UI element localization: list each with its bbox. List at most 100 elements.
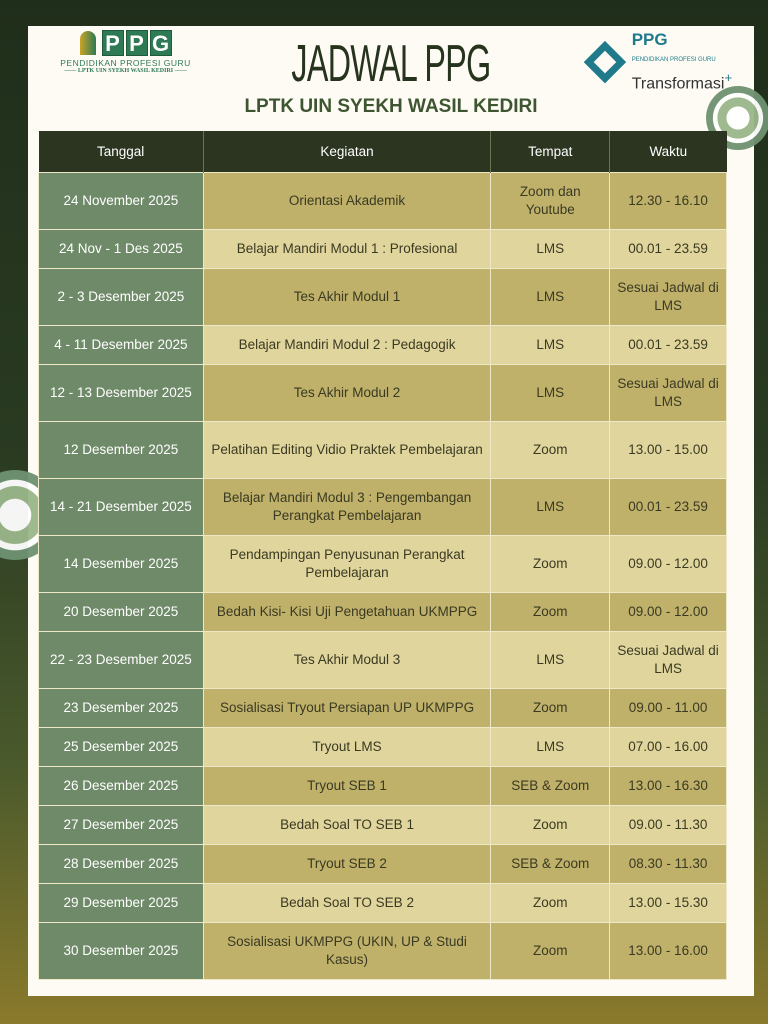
cell-waktu: 07.00 - 16.00 xyxy=(609,726,727,767)
cell-kegiatan: Belajar Mandiri Modul 2 : Pedagogik xyxy=(202,324,492,365)
cell-tempat: SEB & Zoom xyxy=(490,843,611,884)
cell-tempat: LMS xyxy=(490,477,611,536)
cell-tanggal: 12 - 13 Desember 2025 xyxy=(38,363,204,422)
cell-tempat: Zoom xyxy=(490,882,611,923)
table-row: 12 Desember 2025 Pelatihan Editing Vidio … xyxy=(38,420,727,479)
cell-waktu: Sesuai Jadwal di LMS xyxy=(609,630,727,689)
cell-kegiatan: Tryout LMS xyxy=(202,726,492,767)
cell-tempat: Zoom xyxy=(490,534,611,593)
cell-waktu: 13.00 - 16.30 xyxy=(609,765,727,806)
cell-waktu: 12.30 - 16.10 xyxy=(609,171,727,230)
cell-tanggal: 29 Desember 2025 xyxy=(38,882,204,923)
table-row: 24 Nov - 1 Des 2025 Belajar Mandiri Modul… xyxy=(38,228,727,269)
cell-kegiatan: Bedah Kisi- Kisi Uji Pengetahuan UKMPPG xyxy=(202,591,492,632)
cell-kegiatan: Belajar Mandiri Modul 3 : Pengembangan P… xyxy=(202,477,492,536)
table-row: 14 - 21 Desember 2025 Belajar Mandiri Mod… xyxy=(38,477,727,536)
tower-icon xyxy=(79,31,96,55)
table-row: 24 November 2025 Orientasi Akademik Zoom d… xyxy=(38,171,727,230)
logo-letter: P xyxy=(101,30,124,56)
cell-kegiatan: Pelatihan Editing Vidio Praktek Pembelaj… xyxy=(202,420,492,479)
cell-waktu: 09.00 - 11.00 xyxy=(609,687,727,728)
cell-waktu: 13.00 - 15.30 xyxy=(609,882,727,923)
cell-tempat: Zoom xyxy=(490,591,611,632)
cell-tempat: LMS xyxy=(490,324,611,365)
column-header-kegiatan: Kegiatan xyxy=(203,131,492,172)
cell-waktu: 09.00 - 11.30 xyxy=(609,804,727,845)
page-title: JADWAL PPG xyxy=(291,35,491,93)
cell-kegiatan: Sosialisasi Tryout Persiapan UP UKMPPG xyxy=(202,687,492,728)
column-header-waktu: Waktu xyxy=(609,131,727,172)
table-row: 30 Desember 2025 Sosialisasi UKMPPG (UKIN… xyxy=(38,921,727,980)
cell-tanggal: 23 Desember 2025 xyxy=(38,687,204,728)
cell-tanggal: 2 - 3 Desember 2025 xyxy=(38,267,204,326)
cell-tempat: SEB & Zoom xyxy=(490,765,611,806)
cell-tanggal: 14 Desember 2025 xyxy=(38,534,204,593)
table-header: Tanggal Kegiatan Tempat Waktu xyxy=(38,131,727,172)
cell-waktu: 00.01 - 23.59 xyxy=(609,477,727,536)
cell-waktu: 09.00 - 12.00 xyxy=(609,591,727,632)
ppg-transformasi-logo: PPG PENDIDIKAN PROFESI GURU Transformasi… xyxy=(583,30,754,93)
table-row: 26 Desember 2025 Tryout SEB 1 SEB & Zoom 13… xyxy=(38,765,727,806)
table-row: 14 Desember 2025 Pendampingan Penyusunan … xyxy=(38,534,727,593)
cell-tempat: Zoom xyxy=(490,804,611,845)
cell-waktu: Sesuai Jadwal di LMS xyxy=(609,363,727,422)
cell-tanggal: 27 Desember 2025 xyxy=(38,804,204,845)
cell-tanggal: 12 Desember 2025 xyxy=(38,420,204,479)
column-header-tempat: Tempat xyxy=(490,131,611,172)
cell-tanggal: 25 Desember 2025 xyxy=(38,726,204,767)
cell-tempat: LMS xyxy=(490,228,611,269)
cell-kegiatan: Tryout SEB 2 xyxy=(202,843,492,884)
logo-plus: + xyxy=(724,70,733,85)
cell-kegiatan: Orientasi Akademik xyxy=(202,171,492,230)
cell-kegiatan: Bedah Soal TO SEB 2 xyxy=(202,882,492,923)
page-subtitle: LPTK UIN SYEKH WASIL KEDIRI xyxy=(244,96,538,117)
cell-kegiatan: Pendampingan Penyusunan Perangkat Pembel… xyxy=(202,534,492,593)
cell-tempat: LMS xyxy=(490,630,611,689)
cell-tempat: Zoom xyxy=(490,420,611,479)
cell-kegiatan: Bedah Soal TO SEB 1 xyxy=(202,804,492,845)
cell-tanggal: 26 Desember 2025 xyxy=(38,765,204,806)
table-row: 4 - 11 Desember 2025 Belajar Mandiri Modu… xyxy=(38,324,727,365)
cell-waktu: 13.00 - 15.00 xyxy=(609,420,727,479)
cell-waktu: 00.01 - 23.59 xyxy=(609,324,727,365)
cell-waktu: Sesuai Jadwal di LMS xyxy=(609,267,727,326)
logo-name: Transformasi xyxy=(631,75,725,93)
schedule-table: Tanggal Kegiatan Tempat Waktu 24 Novembe… xyxy=(38,131,727,980)
cell-waktu: 13.00 - 16.00 xyxy=(609,921,727,980)
logo-small: PENDIDIKAN PROFESI GURU xyxy=(631,57,716,64)
column-header-tanggal: Tanggal xyxy=(38,131,204,172)
cell-tanggal: 4 - 11 Desember 2025 xyxy=(38,324,204,365)
table-row: 29 Desember 2025 Bedah Soal TO SEB 2 Zoom 1… xyxy=(38,882,727,923)
cell-tempat: Zoom dan Youtube xyxy=(490,171,611,230)
diamond-logo-icon xyxy=(583,40,626,83)
cell-kegiatan: Belajar Mandiri Modul 1 : Profesional xyxy=(202,228,492,269)
cell-tanggal: 24 Nov - 1 Des 2025 xyxy=(38,228,204,269)
cell-kegiatan: Tryout SEB 1 xyxy=(202,765,492,806)
cell-tanggal: 24 November 2025 xyxy=(38,171,204,230)
cell-waktu: 08.30 - 11.30 xyxy=(609,843,727,884)
cell-tempat: LMS xyxy=(490,363,611,422)
cell-tanggal: 14 - 21 Desember 2025 xyxy=(38,477,204,536)
cell-kegiatan: Sosialisasi UKMPPG (UKIN, UP & Studi Kas… xyxy=(202,921,492,980)
cell-kegiatan: Tes Akhir Modul 1 xyxy=(202,267,492,326)
cell-tempat: LMS xyxy=(490,726,611,767)
cell-tanggal: 28 Desember 2025 xyxy=(38,843,204,884)
cell-tanggal: 20 Desember 2025 xyxy=(38,591,204,632)
cell-tempat: Zoom xyxy=(490,921,611,980)
table-row: 22 - 23 Desember 2025 Tes Akhir Modul 3 LM… xyxy=(38,630,727,689)
table-row: 2 - 3 Desember 2025 Tes Akhir Modul 1 LMS S… xyxy=(38,267,727,326)
table-row: 20 Desember 2025 Bedah Kisi- Kisi Uji Pen… xyxy=(38,591,727,632)
table-row: 28 Desember 2025 Tryout SEB 2 SEB & Zoom 08… xyxy=(38,843,727,884)
table-row: 12 - 13 Desember 2025 Tes Akhir Modul 2 LM… xyxy=(38,363,727,422)
cell-tempat: LMS xyxy=(490,267,611,326)
table-row: 23 Desember 2025 Sosialisasi Tryout Persi… xyxy=(38,687,727,728)
cell-waktu: 00.01 - 23.59 xyxy=(609,228,727,269)
cell-tanggal: 30 Desember 2025 xyxy=(38,921,204,980)
logo-letter: P xyxy=(125,30,148,56)
table-row: 27 Desember 2025 Bedah Soal TO SEB 1 Zoom 0… xyxy=(38,804,727,845)
cell-kegiatan: Tes Akhir Modul 3 xyxy=(202,630,492,689)
cell-waktu: 09.00 - 12.00 xyxy=(609,534,727,593)
cell-kegiatan: Tes Akhir Modul 2 xyxy=(202,363,492,422)
cell-tempat: Zoom xyxy=(490,687,611,728)
logo-brand: PPG xyxy=(631,30,668,49)
